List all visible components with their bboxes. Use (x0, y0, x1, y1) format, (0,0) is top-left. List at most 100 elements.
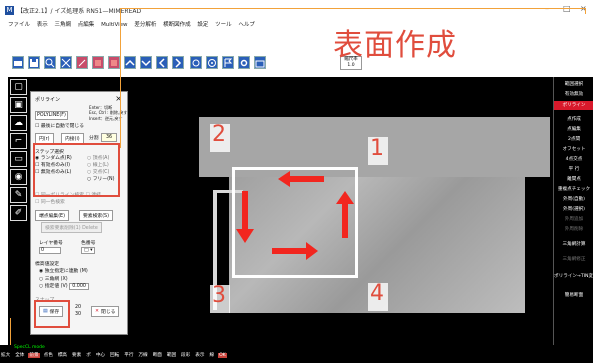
status-item[interactable]: 万線 (137, 353, 148, 358)
status-item[interactable]: OK (218, 353, 227, 358)
check-same-color[interactable]: ☐ 同一色検索 (35, 199, 101, 206)
layer-icon[interactable]: ▭ (10, 151, 27, 167)
edit-icon[interactable]: ✐ (10, 205, 27, 221)
element-search-button[interactable]: 要素検索(S) (79, 210, 113, 221)
polyline-icon[interactable]: ⌐ (10, 133, 27, 149)
status-item[interactable]: 前景 (28, 353, 40, 358)
fit-icon[interactable] (60, 56, 72, 69)
callout-line-right (585, 8, 586, 14)
end-edit-button[interactable]: 端点編集(E) (35, 210, 69, 221)
layer-input[interactable]: 0 (39, 247, 61, 254)
status-item[interactable]: 段彩 (180, 353, 191, 358)
right-panel-item[interactable]: 範囲選択 (554, 80, 593, 89)
right-panel-item[interactable]: 有効無効 (554, 90, 593, 99)
arrow-right-icon[interactable] (172, 56, 184, 69)
menu-file[interactable]: ファイル (8, 22, 30, 28)
divide-input[interactable]: 36 (101, 133, 118, 142)
delete-search-button[interactable]: 検索要素削除(1) Delete (41, 222, 102, 233)
callout-line-vertical (120, 8, 121, 148)
right-panel-item[interactable]: 三角網修正 (554, 255, 593, 264)
right-panel-item[interactable]: 外周(自動) (554, 195, 593, 204)
right-panel-item[interactable]: 簡易断面 (554, 291, 593, 300)
status-bar: 拡大 全体 前景 点色 標高 要素ポ中心 回転 平行 万線 断面 範囲 段彩 表示線 OK (0, 352, 593, 360)
right-panel-item[interactable]: 2点間 (554, 135, 593, 144)
right-panel-item[interactable]: 平 行 (554, 165, 593, 174)
menu-settings[interactable]: 設定 (197, 22, 208, 28)
status-item[interactable]: 拡大 (0, 353, 11, 358)
arrow-left-icon[interactable] (156, 56, 168, 69)
radio-elev-tin[interactable]: ○ 三角網 (X) (39, 276, 89, 284)
status-item[interactable]: 断面 (152, 353, 163, 358)
settings-icon[interactable] (238, 56, 250, 69)
rotate-icon[interactable] (190, 56, 202, 69)
divide-label: 分割 (89, 136, 99, 141)
arrow-up-icon[interactable] (124, 56, 136, 69)
status-item[interactable]: 回転 (109, 353, 120, 358)
arrow-down-icon[interactable] (140, 56, 152, 69)
flag-icon[interactable] (222, 56, 234, 69)
callout-line-save (10, 318, 11, 345)
mode-button[interactable]: POLYLINE(F) (35, 111, 68, 120)
menu-tin[interactable]: 三角網 (55, 22, 72, 28)
status-item[interactable]: 平行 (123, 353, 134, 358)
right-panel-item[interactable]: 点作成 (554, 115, 593, 124)
open-folder-icon[interactable] (12, 56, 24, 69)
status-item[interactable]: 表示 (194, 353, 205, 358)
status-item[interactable]: 要素 (71, 353, 82, 358)
elev-option1-label: 独立指定に連動 (M) (44, 269, 88, 274)
corner-label-2: 2 (212, 122, 226, 147)
close-button-label: 閉じる (101, 310, 116, 315)
target-icon[interactable] (206, 56, 218, 69)
color-select[interactable]: □ ▾ (81, 247, 96, 254)
status-item[interactable]: 線 (208, 353, 215, 358)
right-panel-item[interactable]: 重複点チェック (554, 185, 593, 194)
select-area-icon[interactable]: ▢ (10, 79, 27, 95)
auto-close-row[interactable]: ☐ 最後に自動で閉じる (35, 122, 84, 129)
right-panel-item[interactable]: 外周削除 (554, 225, 593, 234)
menu-view[interactable]: 表示 (37, 22, 48, 28)
eye-icon[interactable]: ◉ (10, 169, 27, 185)
status-item[interactable]: 中心 (95, 353, 106, 358)
frame-icon[interactable]: ▣ (10, 97, 27, 113)
wall-cutout-right (525, 177, 550, 313)
tool-icon[interactable]: ✎ (10, 187, 27, 203)
close-button[interactable]: ✕ 閉じる (91, 306, 120, 317)
radio-elev-value[interactable]: ○ 指定値 (V) 0.000 (39, 283, 89, 291)
red-tool2-icon[interactable] (108, 56, 120, 69)
radio-elev-independent[interactable]: ◉ 独立指定に連動 (M) (39, 268, 89, 276)
right-panel-item[interactable]: 外周(選択) (554, 205, 593, 214)
status-item[interactable]: ポ (85, 353, 92, 358)
status-item[interactable]: 範囲 (166, 353, 177, 358)
red-tool-icon[interactable] (92, 56, 104, 69)
right-panel-item[interactable]: ポリライン (554, 101, 593, 110)
menu-point-edit[interactable]: 点編集 (78, 22, 95, 28)
zoom-icon[interactable] (44, 56, 56, 69)
title-bar: M 【改正2.1】/ イズ処理系 RN51—MIMEREAD – □ × (0, 0, 593, 20)
status-item[interactable]: 標高 (57, 353, 68, 358)
auto-close-label: 最後に自動で閉じる (40, 124, 85, 129)
pin-icon[interactable] (76, 56, 88, 69)
cloud-icon[interactable]: ☁ (10, 115, 27, 131)
menu-multiview[interactable]: MultiView (101, 22, 128, 28)
right-panel-item[interactable]: 点編集 (554, 125, 593, 134)
save-icon[interactable] (28, 56, 40, 69)
snap-status: SpecCL mode (14, 345, 45, 350)
corner-label-1: 1 (370, 136, 384, 161)
layer-label: レイヤ番号 (39, 241, 63, 246)
menu-help[interactable]: ヘルプ (238, 22, 255, 28)
status-item[interactable]: 全体 (14, 353, 25, 358)
right-panel-item[interactable]: 外周追加 (554, 215, 593, 224)
check-same-label: 同一色検索 (40, 200, 65, 205)
right-panel-item[interactable]: 三角網計算 (554, 240, 593, 249)
right-panel-item[interactable]: ポリライン→TIN変換 (554, 272, 593, 281)
menu-section[interactable]: 横断図作成 (163, 22, 191, 28)
menu-tools[interactable]: ツール (215, 22, 232, 28)
menu-diff[interactable]: 差分解析 (134, 22, 156, 28)
key-hints: Enter：切断 Esc, Ctrl : 削除,戻す Insert：逆元,戻す (89, 105, 129, 121)
elev-value-input[interactable]: 0.000 (69, 283, 89, 290)
right-panel-item[interactable]: 4点交点 (554, 155, 593, 164)
export-icon[interactable] (254, 56, 266, 69)
right-panel-item[interactable]: オフセット (554, 145, 593, 154)
status-item[interactable]: 点色 (43, 353, 54, 358)
right-panel-item[interactable]: 離間点 (554, 175, 593, 184)
